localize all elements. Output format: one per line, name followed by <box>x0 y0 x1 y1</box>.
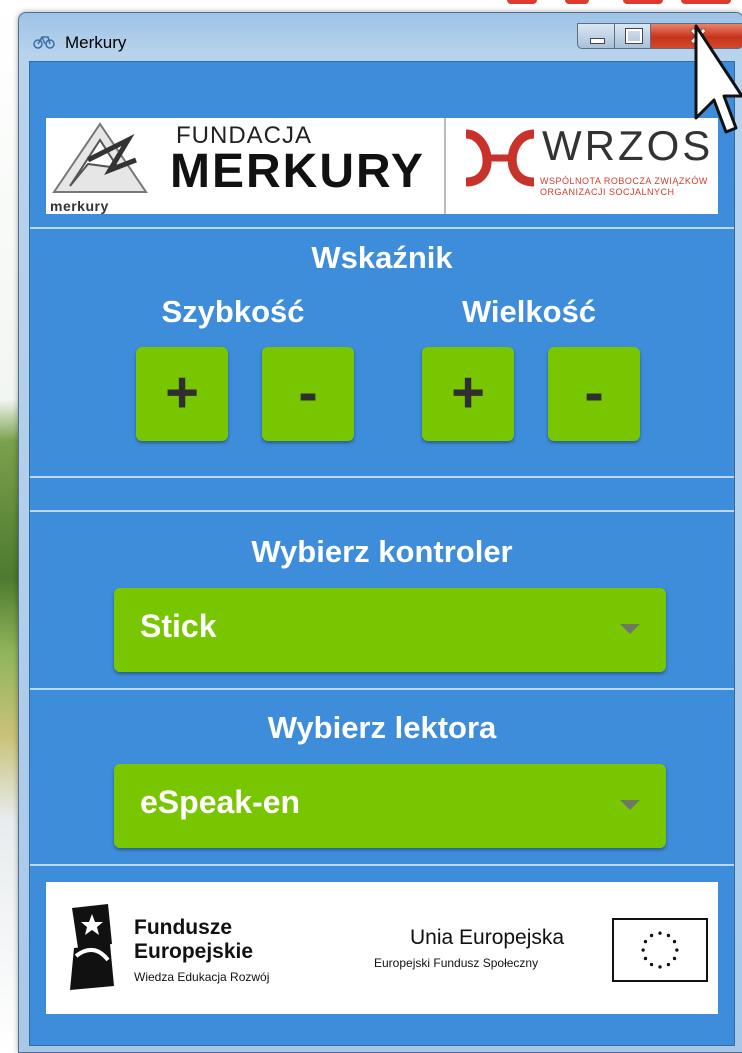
app-icon <box>33 36 55 49</box>
controller-select[interactable]: Stick <box>114 588 666 672</box>
unia-europejska-subtitle: Europejski Fundusz Społeczny <box>374 956 539 970</box>
wrzos-emblem-logo <box>465 129 535 187</box>
divider <box>30 227 734 229</box>
maximize-button[interactable] <box>615 23 651 49</box>
logo-divider <box>444 118 446 214</box>
controller-selected-value: Stick <box>140 608 217 644</box>
mouse-pointer-icon <box>694 24 742 134</box>
chevron-down-icon <box>620 624 640 634</box>
client-area: merkury FUNDACJA MERKURY WRZOS WSPÓLNOTA… <box>29 61 735 1046</box>
maximize-icon <box>625 28 643 44</box>
desktop-background-top <box>505 0 742 10</box>
fundusze-europejskie-title: Fundusze Europejskie <box>134 916 253 964</box>
wrzos-subtitle-line2: ORGANIZACJI SOCJALNYCH <box>540 187 675 197</box>
fundusze-europejskie-subtitle: Wiedza Edukacja Rozwój <box>134 970 270 984</box>
controller-section-title: Wybierz kontroler <box>251 534 513 569</box>
chevron-down-icon <box>620 800 640 810</box>
unia-europejska-title: Unia Europejska <box>410 926 565 949</box>
speed-label: Szybkość <box>161 294 305 329</box>
partner-logos-banner: merkury FUNDACJA MERKURY WRZOS WSPÓLNOTA… <box>46 118 718 214</box>
speed-increase-button[interactable]: + <box>136 347 228 441</box>
title-bar[interactable]: Merkury ✕ <box>19 13 742 61</box>
eu-flag-icon <box>612 918 708 982</box>
minimize-button[interactable] <box>577 23 615 49</box>
fe-title-line2: Europejskie <box>134 940 254 963</box>
wrzos-wordmark: WRZOS <box>542 122 714 169</box>
wrzos-subtitle: WSPÓLNOTA ROBOCZA ZWIĄZKÓW ORGANIZACJI S… <box>540 176 708 198</box>
merkury-small-label: merkury <box>50 198 109 214</box>
reader-selected-value: eSpeak-en <box>140 784 301 820</box>
divider <box>30 476 734 478</box>
divider <box>30 688 734 690</box>
app-window: Merkury ✕ merkury FUNDACJA MERKURY WRZOS… <box>18 12 742 1053</box>
size-label: Wielkość <box>461 294 597 329</box>
size-increase-button[interactable]: + <box>422 347 514 441</box>
wrzos-subtitle-line1: WSPÓLNOTA ROBOCZA ZWIĄZKÓW <box>540 176 708 186</box>
window-title: Merkury <box>65 33 127 52</box>
funding-logos-banner: Fundusze Europejskie Wiedza Edukacja Roz… <box>46 882 718 1014</box>
reader-select[interactable]: eSpeak-en <box>114 764 666 848</box>
minimize-icon <box>590 38 605 44</box>
fundusze-europejskie-logo <box>70 904 114 990</box>
divider <box>30 510 734 512</box>
pointer-section-title: Wskaźnik <box>311 240 453 275</box>
merkury-wordmark: MERKURY <box>170 145 425 198</box>
size-decrease-button[interactable]: - <box>548 347 640 441</box>
divider <box>30 864 734 866</box>
reader-section-title: Wybierz lektora <box>267 710 497 745</box>
speed-decrease-button[interactable]: - <box>262 347 354 441</box>
fe-title-line1: Fundusze <box>134 916 232 939</box>
